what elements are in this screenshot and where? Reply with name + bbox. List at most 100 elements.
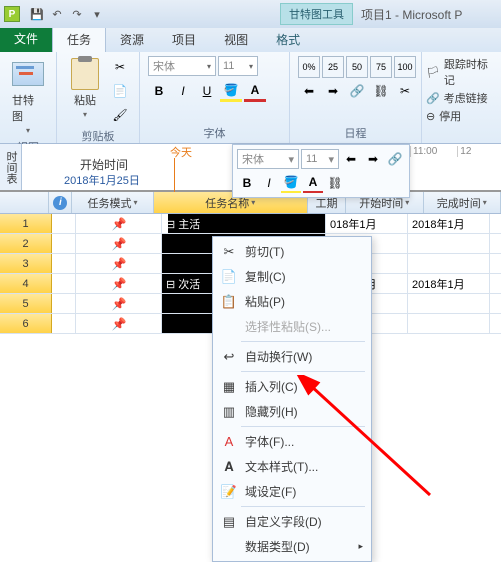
- underline-button[interactable]: U: [196, 80, 218, 102]
- redo-icon[interactable]: ↷: [68, 5, 86, 23]
- mini-outdent-icon[interactable]: ⬅: [341, 149, 361, 169]
- tab-format[interactable]: 格式: [262, 27, 314, 52]
- ribbon: 甘特图 ▾ 视图 粘贴 ▾ ✂ 📄 🖌 剪贴板 宋体▾ 11▾: [0, 52, 501, 144]
- timeline[interactable]: 今天 开始时间 2018年1月25日 11:0012 宋体▾ 11▾ ⬅ ➡ 🔗…: [22, 144, 501, 190]
- tab-view[interactable]: 视图: [210, 27, 262, 52]
- cell-finish[interactable]: [408, 314, 490, 333]
- field-icon: 📝: [221, 484, 237, 500]
- cell-finish[interactable]: [408, 254, 490, 273]
- font-size-combo[interactable]: 11▾: [218, 56, 258, 76]
- split-button[interactable]: ✂: [394, 80, 416, 102]
- cm-insert-col[interactable]: ▦插入列(C): [215, 374, 369, 399]
- header-info[interactable]: i: [49, 192, 72, 213]
- today-line: [174, 158, 175, 192]
- copy-icon[interactable]: 📄: [109, 80, 131, 102]
- group-right-links: 🏳跟踪时标记 🔗考虑链接 ⊖停用: [422, 52, 501, 143]
- gantt-button[interactable]: 甘特图 ▾: [8, 56, 48, 137]
- cell-finish[interactable]: [408, 294, 490, 313]
- cell-mode[interactable]: 📌: [76, 314, 162, 333]
- mini-italic-button[interactable]: I: [259, 173, 279, 193]
- cell-start[interactable]: 018年1月: [326, 214, 408, 233]
- outdent-button[interactable]: ⬅: [298, 80, 320, 102]
- paste-button[interactable]: 粘贴 ▾: [65, 56, 105, 121]
- cm-hide-col[interactable]: ▥隐藏列(H): [215, 399, 369, 424]
- cell-mode[interactable]: 📌: [76, 214, 162, 233]
- link-button[interactable]: 🔗: [346, 80, 368, 102]
- title-bar: P 💾 ↶ ↷ ▾ 甘特图工具 项目1 - Microsoft P: [0, 0, 501, 28]
- cut-icon[interactable]: ✂: [109, 56, 131, 78]
- ribbon-tabs: 文件 任务 资源 项目 视图 格式: [0, 28, 501, 52]
- gantt-tools-tab[interactable]: 甘特图工具: [280, 3, 353, 25]
- row-number[interactable]: 3: [0, 254, 52, 273]
- mini-bgcolor-button[interactable]: 🪣: [281, 173, 301, 193]
- mini-bold-button[interactable]: B: [237, 173, 257, 193]
- cell-info[interactable]: [52, 274, 76, 293]
- pin-icon: 📌: [112, 297, 126, 311]
- qat-dropdown-icon[interactable]: ▾: [88, 5, 106, 23]
- cm-cut[interactable]: ✂剪切(T): [215, 239, 369, 264]
- tab-project[interactable]: 项目: [158, 27, 210, 52]
- italic-button[interactable]: I: [172, 80, 194, 102]
- mini-size-combo[interactable]: 11▾: [301, 149, 339, 169]
- font-color-button[interactable]: A: [244, 80, 266, 102]
- cm-paste-special[interactable]: 选择性粘贴(S)...: [215, 314, 369, 339]
- cm-custom-fields[interactable]: ▤自定义字段(D): [215, 509, 369, 534]
- tab-file[interactable]: 文件: [0, 25, 52, 52]
- row-number[interactable]: 5: [0, 294, 52, 313]
- format-painter-icon[interactable]: 🖌: [109, 104, 131, 126]
- mini-font-combo[interactable]: 宋体▾: [237, 149, 299, 169]
- cm-font[interactable]: A字体(F)...: [215, 429, 369, 454]
- bold-button[interactable]: B: [148, 80, 170, 102]
- font-name-combo[interactable]: 宋体▾: [148, 56, 216, 76]
- cm-wrap[interactable]: ↩自动换行(W): [215, 344, 369, 369]
- tab-resource[interactable]: 资源: [106, 27, 158, 52]
- app-icon[interactable]: P: [4, 6, 20, 22]
- row-number[interactable]: 4: [0, 274, 52, 293]
- pct-100-button[interactable]: 100: [394, 56, 416, 78]
- timeline-vertical-label[interactable]: 时间表: [0, 144, 22, 190]
- mini-link-icon[interactable]: 🔗: [385, 149, 405, 169]
- unlink-button[interactable]: ⛓: [370, 80, 392, 102]
- cell-mode[interactable]: 📌: [76, 294, 162, 313]
- table-row[interactable]: 1 📌 ⊟ 主活 018年1月 2018年1月: [0, 214, 501, 234]
- header-mode[interactable]: 任务模式▾: [72, 192, 153, 213]
- tab-task[interactable]: 任务: [52, 26, 106, 52]
- cell-mode[interactable]: 📌: [76, 254, 162, 273]
- header-finish[interactable]: 完成时间▾: [424, 192, 501, 213]
- cm-text-style[interactable]: 𝐀文本样式(T)...: [215, 454, 369, 479]
- undo-icon[interactable]: ↶: [48, 5, 66, 23]
- cell-name[interactable]: ⊟ 主活: [162, 214, 326, 233]
- row-number[interactable]: 2: [0, 234, 52, 253]
- cell-info[interactable]: [52, 214, 76, 233]
- cell-finish[interactable]: [408, 234, 490, 253]
- cm-field-settings[interactable]: 📝域设定(F): [215, 479, 369, 504]
- cm-paste[interactable]: 📋粘贴(P): [215, 289, 369, 314]
- pct-50-button[interactable]: 50: [346, 56, 368, 78]
- cell-mode[interactable]: 📌: [76, 234, 162, 253]
- pct-25-button[interactable]: 25: [322, 56, 344, 78]
- context-menu: ✂剪切(T) 📄复制(C) 📋粘贴(P) 选择性粘贴(S)... ↩自动换行(W…: [212, 236, 372, 562]
- track-markers-link[interactable]: 🏳跟踪时标记: [426, 56, 497, 88]
- cm-data-type[interactable]: 数据类型(D)▸: [215, 534, 369, 559]
- indent-button[interactable]: ➡: [322, 80, 344, 102]
- save-icon[interactable]: 💾: [28, 5, 46, 23]
- row-number[interactable]: 6: [0, 314, 52, 333]
- cell-info[interactable]: [52, 314, 76, 333]
- cell-info[interactable]: [52, 294, 76, 313]
- mini-unlink-icon[interactable]: ⛓: [325, 173, 345, 193]
- mini-fontcolor-button[interactable]: A: [303, 173, 323, 193]
- deactivate-link[interactable]: ⊖停用: [426, 108, 497, 124]
- bg-color-button[interactable]: 🪣: [220, 80, 242, 102]
- pct-0-button[interactable]: 0%: [298, 56, 320, 78]
- cell-mode[interactable]: 📌: [76, 274, 162, 293]
- pct-75-button[interactable]: 75: [370, 56, 392, 78]
- cell-info[interactable]: [52, 254, 76, 273]
- cell-finish[interactable]: 2018年1月: [408, 214, 490, 233]
- cell-info[interactable]: [52, 234, 76, 253]
- row-number[interactable]: 1: [0, 214, 52, 233]
- cm-copy[interactable]: 📄复制(C): [215, 264, 369, 289]
- mini-indent-icon[interactable]: ➡: [363, 149, 383, 169]
- consider-links-link[interactable]: 🔗考虑链接: [426, 90, 497, 106]
- cell-finish[interactable]: 2018年1月: [408, 274, 490, 293]
- header-rownum[interactable]: [0, 192, 49, 213]
